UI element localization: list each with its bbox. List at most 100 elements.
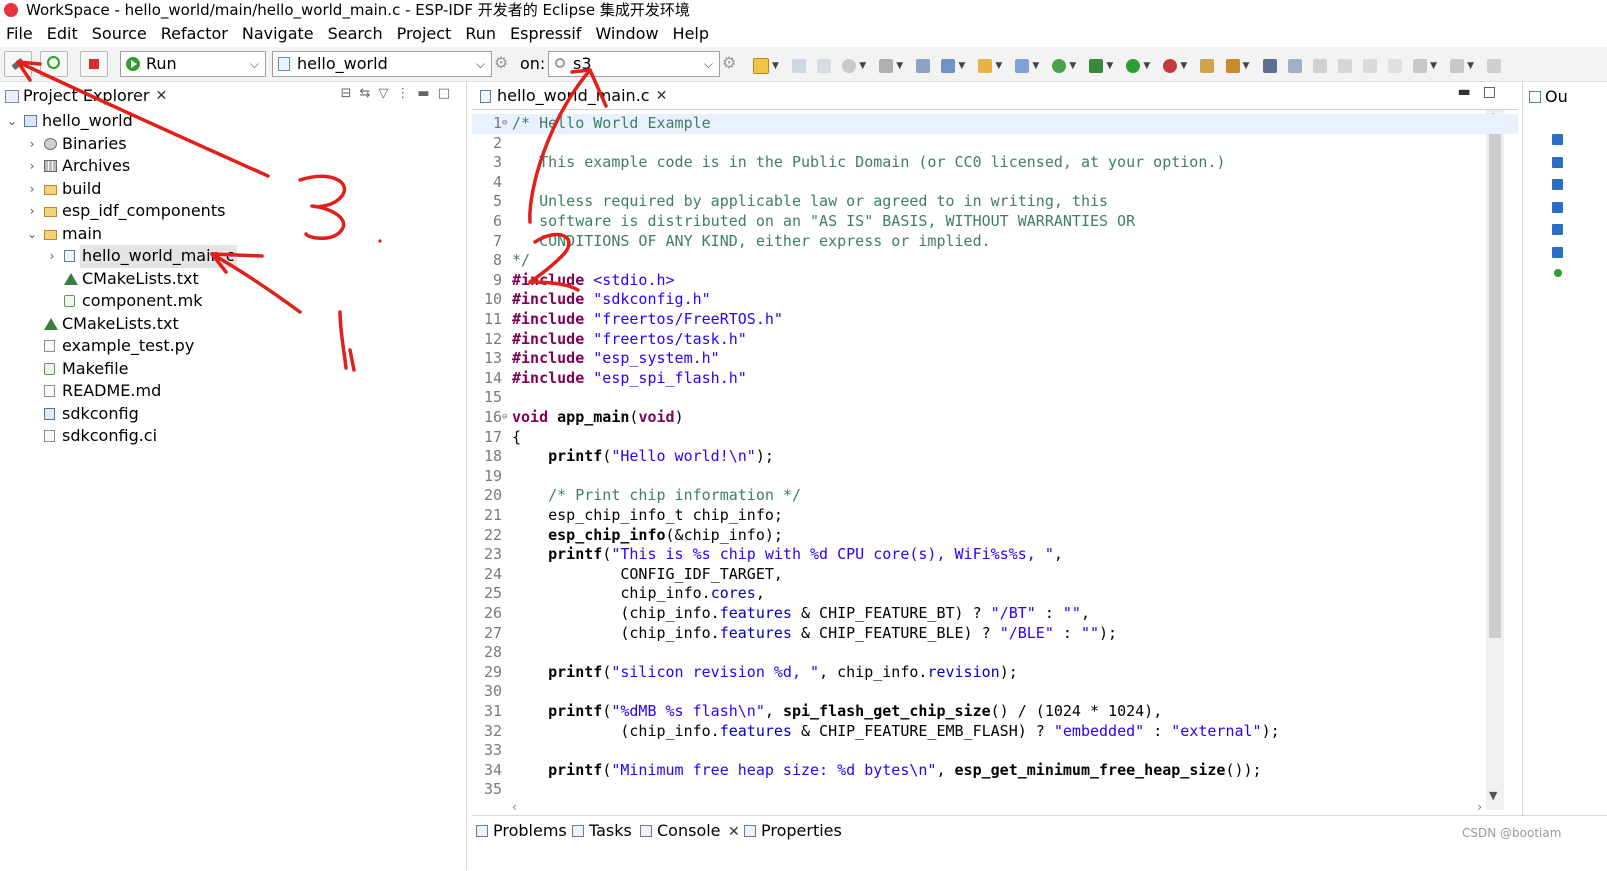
build-button[interactable] [4,51,32,77]
menu-run[interactable]: Run [458,22,503,46]
code-line[interactable]: 26 (chip_info.features & CHIP_FEATURE_BT… [472,604,1518,624]
code-line[interactable]: 32 (chip_info.features & CHIP_FEATURE_EM… [472,722,1518,742]
mark-occurrences-icon[interactable] [1287,58,1302,73]
block-selection-icon[interactable] [1337,58,1352,73]
code-line[interactable]: 10 #include "sdkconfig.h" [472,290,1518,310]
code-line[interactable]: 19 [472,467,1518,487]
code-line[interactable]: 15 [472,388,1518,408]
menu-navigate[interactable]: Navigate [235,22,321,46]
terminal-icon[interactable] [1262,58,1277,73]
next-annotation-icon[interactable] [1413,58,1428,73]
tree-item[interactable]: sdkconfig [0,403,466,426]
search-tool-icon[interactable] [1225,58,1240,73]
link-with-editor-icon[interactable]: ⇆ [360,86,379,101]
chevron-right-icon[interactable]: › [26,200,38,223]
code-line[interactable]: 6 software is distributed on an "AS IS" … [472,212,1518,232]
tree-item[interactable]: example_test.py [0,335,466,358]
tree-item[interactable]: ⌄ main [0,223,466,246]
tree-item[interactable]: ⌄ hello_world [0,110,466,133]
tree-item[interactable]: README.md [0,380,466,403]
chevron-down-icon[interactable]: ⌄ [26,223,38,246]
code-line[interactable]: 17 { [472,428,1518,448]
menu-refactor[interactable]: Refactor [154,22,235,46]
code-editor[interactable]: ▲ ▼ ‹ › 1⊖/* Hello World Example23 This … [472,109,1518,814]
fold-toggle-icon[interactable]: ⊖ [502,114,507,134]
include-icon[interactable] [1552,156,1563,168]
tree-item[interactable]: › build [0,178,466,201]
code-line[interactable]: 21 esp_chip_info_t chip_info; [472,506,1518,526]
build-tool-icon[interactable] [879,58,894,73]
tree-item[interactable]: › Binaries [0,133,466,156]
tree-item[interactable]: CMakeLists.txt [0,313,466,336]
code-line[interactable]: 27 (chip_info.features & CHIP_FEATURE_BL… [472,624,1518,644]
chevron-right-icon[interactable]: › [26,133,38,156]
binary-icon[interactable] [916,58,931,73]
chevron-right-icon[interactable]: › [46,245,58,268]
outline-tab[interactable]: Ou [1529,87,1568,106]
close-icon[interactable]: ✕ [155,84,167,108]
tab-console[interactable]: Console [640,820,721,842]
launch-button[interactable] [40,51,68,77]
run-as-icon[interactable] [1126,58,1141,73]
code-line[interactable]: 1 ⊖ /* Hello World Example [472,114,1518,134]
menu-help[interactable]: Help [666,22,716,46]
stop-button[interactable] [80,51,108,77]
code-line[interactable]: 34 printf("Minimum free heap size: %d by… [472,761,1518,781]
settings-icon[interactable] [842,58,857,73]
launch-mode-select[interactable]: Run ⌵ [120,51,266,77]
launch-target-gear-icon[interactable]: ⚙ [722,53,736,72]
new-class-icon[interactable] [1052,58,1067,73]
back-icon[interactable] [1487,58,1502,73]
menu-espressif[interactable]: Espressif [503,22,588,46]
code-line[interactable]: 7 CONDITIONS OF ANY KIND, either express… [472,232,1518,252]
view-menu-icon[interactable]: ⋮ [396,86,417,101]
tree-item[interactable]: CMakeLists.txt [0,268,466,291]
new-folder-icon[interactable] [978,58,993,73]
code-line[interactable]: 12 #include "freertos/task.h" [472,330,1518,350]
edit-icon[interactable] [1312,58,1327,73]
tab-problems[interactable]: Problems [476,820,567,842]
horizontal-scrollbar[interactable]: ‹ › [512,800,1482,816]
code-line[interactable]: 31 printf("%dMB %s flash\n", spi_flash_g… [472,702,1518,722]
menu-search[interactable]: Search [321,22,390,46]
menu-file[interactable]: File [0,22,40,46]
tree-item[interactable]: component.mk [0,290,466,313]
include-icon[interactable] [1552,179,1563,190]
code-line[interactable]: 14 #include "esp_spi_flash.h" [472,369,1518,389]
code-line[interactable]: 30 [472,682,1518,702]
minimize-icon[interactable]: ▬ [1458,84,1483,100]
code-line[interactable]: 33 [472,741,1518,761]
close-icon[interactable]: ✕ [656,84,668,108]
previous-annotation-icon[interactable] [1450,58,1465,73]
code-line[interactable]: 11 #include "freertos/FreeRTOS.h" [472,310,1518,330]
project-explorer-tab[interactable]: Project Explorer ✕ [2,84,167,108]
include-icon[interactable] [1552,246,1563,258]
code-line[interactable]: 16 ⊖ void app_main(void) [472,408,1518,428]
code-line[interactable]: 23 printf("This is %s chip with %d CPU c… [472,545,1518,565]
chevron-down-icon[interactable]: ⌄ [6,110,18,133]
code-line[interactable]: 9 #include <stdio.h> [472,271,1518,291]
tab-tasks[interactable]: Tasks [572,820,632,842]
launch-target-select[interactable]: s3 ⌵ [548,51,720,77]
include-icon[interactable] [1552,134,1563,145]
code-line[interactable]: 35 [472,780,1518,800]
chevron-right-icon[interactable]: › [26,178,38,201]
editor-tab-hello-world-main[interactable]: hello_world_main.c ✕ [474,84,668,110]
menu-window[interactable]: Window [588,22,665,46]
open-type-icon[interactable] [1200,58,1215,73]
maximize-icon[interactable]: □ [438,86,458,101]
chevron-right-icon[interactable]: › [26,155,38,178]
code-line[interactable]: 5 Unless required by applicable law or a… [472,192,1518,212]
code-line[interactable]: 25 chip_info.cores, [472,584,1518,604]
launch-config-select[interactable]: hello_world ⌵ [272,51,492,77]
new-project-icon[interactable] [941,58,956,73]
scroll-right-icon[interactable]: › [1477,800,1482,814]
save-icon[interactable] [792,58,807,73]
close-icon[interactable]: ✕ [728,824,740,840]
code-line[interactable]: 8 */ [472,251,1518,271]
tab-properties[interactable]: Properties [744,820,842,842]
collapse-all-icon[interactable]: ⊟ [341,86,360,101]
code-line[interactable]: 29 printf("silicon revision %d, ", chip_… [472,663,1518,683]
code-line[interactable]: 18 printf("Hello world!\n"); [472,447,1518,467]
external-tools-icon[interactable] [1163,58,1178,73]
